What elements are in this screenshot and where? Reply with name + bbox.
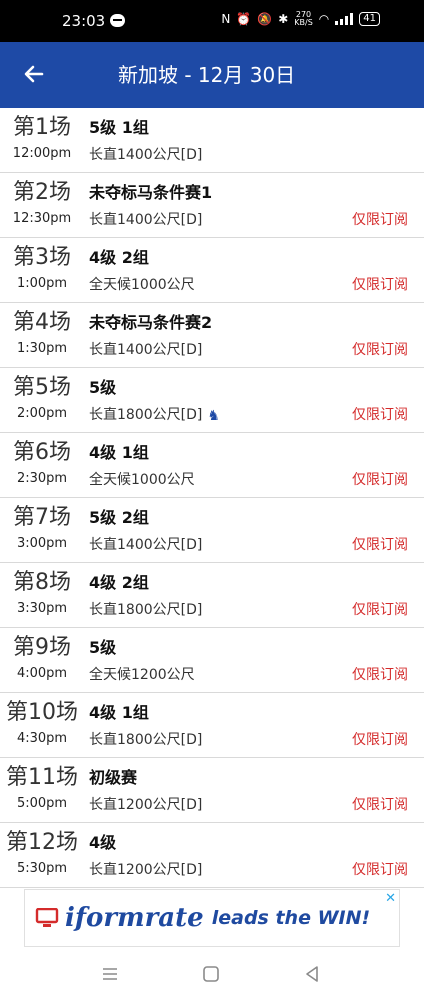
race-course: 长直1400公尺[D] bbox=[89, 537, 203, 553]
subscription-label: 仅限订阅 bbox=[352, 537, 408, 553]
race-number: 第6场 bbox=[13, 440, 71, 465]
subscription-label: 仅限订阅 bbox=[352, 277, 408, 293]
race-row[interactable]: 第12场 5:30pm 4级 长直1200公尺[D] 仅限订阅 bbox=[0, 823, 424, 888]
race-row[interactable]: 第6场 2:30pm 4级 1组 全天候1000公尺 仅限订阅 bbox=[0, 433, 424, 498]
race-number: 第1场 bbox=[13, 115, 71, 140]
subscription-label: 仅限订阅 bbox=[352, 862, 408, 878]
arrow-left-icon[interactable] bbox=[22, 62, 46, 86]
race-course: 长直1400公尺[D] bbox=[89, 212, 203, 228]
status-time: 23:03 bbox=[62, 12, 106, 30]
race-number: 第3场 bbox=[13, 245, 71, 270]
race-row[interactable]: 第9场 4:00pm 5级 全天候1200公尺 仅限订阅 bbox=[0, 628, 424, 693]
race-row[interactable]: 第7场 3:00pm 5级 2组 长直1400公尺[D] 仅限订阅 bbox=[0, 498, 424, 563]
ad-slogan: leads the WIN! bbox=[211, 907, 371, 929]
alarm-icon: ⏰ bbox=[236, 12, 252, 26]
race-time: 3:30pm bbox=[16, 601, 68, 616]
race-name: 5级 bbox=[89, 378, 117, 397]
race-time: 1:00pm bbox=[16, 276, 68, 291]
race-time: 5:00pm bbox=[16, 796, 68, 811]
race-name: 5级 bbox=[89, 638, 117, 657]
race-time: 5:30pm bbox=[16, 861, 68, 876]
status-bar: 23:03 N ⏰ 🔕 ✱ 270 KB/S ◠ 41 bbox=[0, 0, 424, 42]
race-time: 2:00pm bbox=[16, 406, 68, 421]
race-number: 第4场 bbox=[13, 310, 71, 335]
subscription-label: 仅限订阅 bbox=[352, 797, 408, 813]
race-number: 第5场 bbox=[13, 375, 71, 400]
subscription-label: 仅限订阅 bbox=[352, 407, 408, 423]
race-row[interactable]: 第2场 12:30pm 未夺标马条件赛1 长直1400公尺[D] 仅限订阅 bbox=[0, 173, 424, 238]
race-name: 4级 bbox=[89, 833, 117, 852]
nfc-icon: N bbox=[221, 12, 231, 26]
race-row[interactable]: 第1场 12:00pm 5级 1组 长直1400公尺[D] bbox=[0, 108, 424, 173]
ad-brand: iformrate bbox=[65, 903, 204, 933]
race-number: 第9场 bbox=[13, 635, 71, 660]
race-time: 4:30pm bbox=[16, 731, 68, 746]
race-row[interactable]: 第4场 1:30pm 未夺标马条件赛2 长直1400公尺[D] 仅限订阅 bbox=[0, 303, 424, 368]
battery-icon: 41 bbox=[359, 12, 380, 26]
race-name: 未夺标马条件赛1 bbox=[89, 183, 213, 202]
race-row[interactable]: 第10场 4:30pm 4级 1组 长直1800公尺[D] 仅限订阅 bbox=[0, 693, 424, 758]
mute-icon: 🔕 bbox=[257, 12, 273, 26]
back-icon[interactable] bbox=[300, 962, 324, 986]
race-time: 12:30pm bbox=[12, 211, 72, 226]
race-course: 长直1200公尺[D] bbox=[89, 862, 203, 878]
race-course: 全天候1000公尺 bbox=[89, 472, 195, 488]
subscription-label: 仅限订阅 bbox=[352, 212, 408, 228]
race-number: 第8场 bbox=[13, 570, 71, 595]
subscription-label: 仅限订阅 bbox=[352, 602, 408, 618]
race-row[interactable]: 第3场 1:00pm 4级 2组 全天候1000公尺 仅限订阅 bbox=[0, 238, 424, 303]
race-course: 长直1400公尺[D] bbox=[89, 147, 203, 163]
race-time: 1:30pm bbox=[16, 341, 68, 356]
home-icon[interactable] bbox=[199, 962, 223, 986]
computer-icon bbox=[35, 908, 59, 927]
race-course-wrap: 长直1800公尺[D] ♞ bbox=[89, 406, 220, 425]
ad-banner[interactable]: ✕ iformrate leads the WIN! bbox=[24, 889, 400, 947]
race-name: 4级 2组 bbox=[89, 248, 149, 267]
race-row[interactable]: 第5场 2:00pm 5级 长直1800公尺[D] ♞ 仅限订阅 bbox=[0, 368, 424, 433]
subscription-label: 仅限订阅 bbox=[352, 732, 408, 748]
race-row[interactable]: 第8场 3:30pm 4级 2组 长直1800公尺[D] 仅限订阅 bbox=[0, 563, 424, 628]
race-name: 4级 1组 bbox=[89, 703, 149, 722]
subscription-label: 仅限订阅 bbox=[352, 342, 408, 358]
race-course: 长直1800公尺[D] bbox=[89, 407, 203, 423]
race-row[interactable]: 第11场 5:00pm 初级赛 长直1200公尺[D] 仅限订阅 bbox=[0, 758, 424, 823]
race-time: 2:30pm bbox=[16, 471, 68, 486]
horse-icon: ♞ bbox=[207, 408, 220, 424]
race-number: 第7场 bbox=[13, 505, 71, 530]
race-time: 3:00pm bbox=[16, 536, 68, 551]
race-name: 初级赛 bbox=[89, 768, 138, 787]
subscription-label: 仅限订阅 bbox=[352, 472, 408, 488]
wifi-icon: ◠ bbox=[318, 12, 330, 26]
menu-icon[interactable] bbox=[98, 962, 122, 986]
bluetooth-icon: ✱ bbox=[278, 12, 289, 26]
race-time: 4:00pm bbox=[16, 666, 68, 681]
race-time: 12:00pm bbox=[12, 146, 72, 161]
app-bar: 新加坡 - 12月 30日 bbox=[0, 42, 424, 108]
race-number: 第11场 bbox=[6, 765, 78, 790]
race-name: 5级 1组 bbox=[89, 118, 149, 137]
race-name: 未夺标马条件赛2 bbox=[89, 313, 213, 332]
chat-notification-icon bbox=[110, 14, 125, 27]
race-list: 第1场 12:00pm 5级 1组 长直1400公尺[D] 第2场 12:30p… bbox=[0, 108, 424, 888]
race-name: 5级 2组 bbox=[89, 508, 149, 527]
race-number: 第2场 bbox=[13, 180, 71, 205]
race-name: 4级 2组 bbox=[89, 573, 149, 592]
race-course: 全天候1000公尺 bbox=[89, 277, 195, 293]
page-title: 新加坡 - 12月 30日 bbox=[118, 63, 296, 87]
network-speed: 270 KB/S bbox=[294, 11, 313, 27]
signal-icon bbox=[335, 13, 354, 25]
ad-close-icon[interactable]: ✕ bbox=[385, 892, 396, 905]
race-course: 长直1800公尺[D] bbox=[89, 732, 203, 748]
race-course: 全天候1200公尺 bbox=[89, 667, 195, 683]
race-course: 长直1800公尺[D] bbox=[89, 602, 203, 618]
race-number: 第10场 bbox=[6, 700, 78, 725]
status-icons: N ⏰ 🔕 ✱ 270 KB/S ◠ 41 bbox=[221, 11, 380, 27]
network-speed-unit: KB/S bbox=[294, 18, 313, 27]
race-course: 长直1200公尺[D] bbox=[89, 797, 203, 813]
system-nav-bar bbox=[0, 950, 424, 1000]
race-name: 4级 1组 bbox=[89, 443, 149, 462]
race-course: 长直1400公尺[D] bbox=[89, 342, 203, 358]
subscription-label: 仅限订阅 bbox=[352, 667, 408, 683]
race-number: 第12场 bbox=[6, 830, 78, 855]
